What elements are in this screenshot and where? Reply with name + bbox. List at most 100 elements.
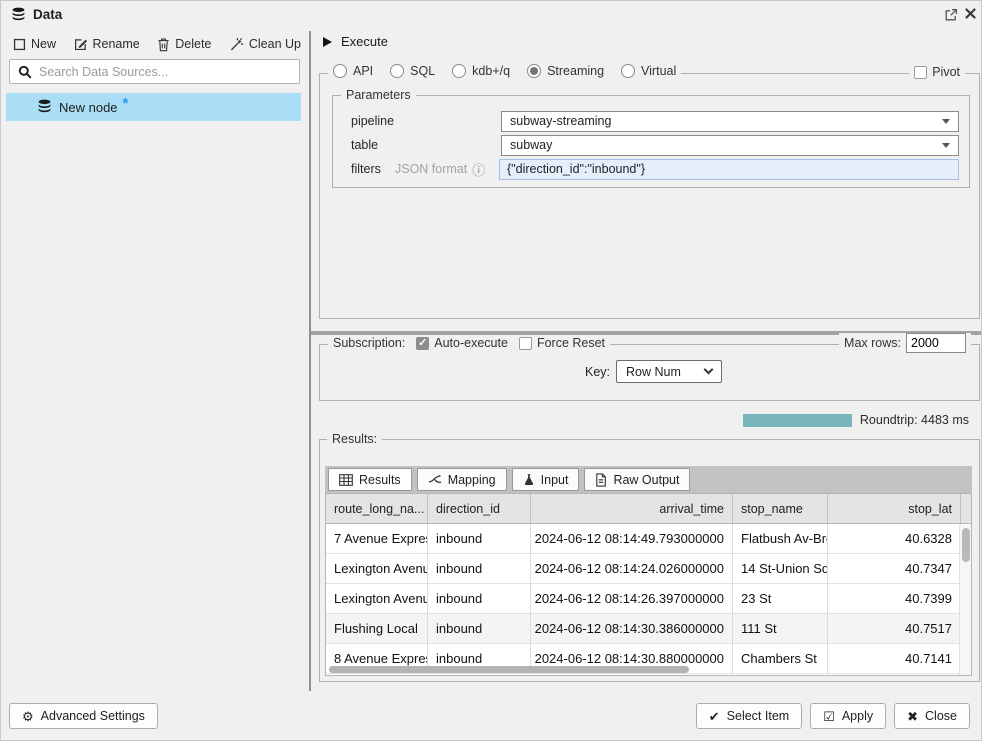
editor-panel: Execute API SQL kdb+/q Streaming Virtual Piv… [319,29,981,709]
pipeline-row: pipeline subway-streaming [333,109,969,133]
mode-radio-virtual[interactable]: Virtual [621,64,676,78]
dialog-title: Data [33,7,62,22]
datasource-list: New node* [6,93,301,121]
table-cell: 2024-06-12 08:14:24.026000000 [531,554,733,584]
popout-button[interactable] [944,8,958,22]
tab-label: Raw Output [613,473,679,487]
table-row[interactable]: Flushing Localinbound2024-06-12 08:14:30… [326,614,971,644]
results-tabs: Results Mapping Input Raw Output [325,466,972,493]
search-input[interactable] [39,65,293,79]
key-select[interactable]: Row Num [616,360,722,383]
table-icon [339,474,353,486]
table-cell: 40.7347 [828,554,961,584]
parameters-fieldset: Parameters pipeline subway-streaming tab… [332,95,970,188]
tab-label: Input [541,473,569,487]
table-cell: Lexington Avenu [326,554,428,584]
mode-radio-sql[interactable]: SQL [390,64,435,78]
key-label: Key: [585,365,610,379]
mode-label: SQL [410,64,435,78]
filters-hint: JSON format ⓘ [395,160,499,179]
mode-radio-group: API SQL kdb+/q Streaming Virtual [328,64,681,78]
key-value: Row Num [626,365,681,379]
horizontal-scrollbar-thumb[interactable] [329,666,689,673]
results-legend: Results: [327,432,382,446]
database-icon [11,7,26,23]
radio-icon [621,64,635,78]
table-cell: 2024-06-12 08:14:26.397000000 [531,584,733,614]
force-reset-checkbox[interactable]: Force Reset [519,336,605,350]
toolbar-new-button[interactable]: New [13,37,56,51]
column-header-stop-name[interactable]: stop_name [733,494,828,523]
toolbar-rename-label: Rename [93,37,140,51]
pipeline-select[interactable]: subway-streaming [501,111,959,132]
toolbar-clean-up-button[interactable]: Clean Up [229,37,301,52]
tab-label: Mapping [448,473,496,487]
table-row[interactable]: 7 Avenue Expresinbound2024-06-12 08:14:4… [326,524,971,554]
pipeline-label: pipeline [351,114,501,128]
mode-radio-streaming[interactable]: Streaming [527,64,604,78]
table-cell: inbound [428,524,531,554]
toolbar-delete-label: Delete [175,37,211,51]
mode-label: Streaming [547,64,604,78]
search-box [9,59,300,84]
execute-button[interactable]: Execute [323,34,388,49]
table-header-row: route_long_na...direction_idarrival_time… [326,494,971,524]
auto-execute-label: Auto-execute [434,336,508,350]
column-header-route-long-na[interactable]: route_long_na... [326,494,428,523]
panel-divider[interactable] [309,31,311,691]
filters-input[interactable] [499,159,959,180]
title-bar: Data [1,1,981,29]
column-header-direction-id[interactable]: direction_id [428,494,531,523]
table-row[interactable]: Lexington Avenuinbound2024-06-12 08:14:2… [326,584,971,614]
tab-results[interactable]: Results [328,468,412,491]
tab-label: Results [359,473,401,487]
auto-execute-checkbox[interactable]: Auto-execute [416,336,508,350]
close-button[interactable]: ✖ Close [894,703,970,729]
popout-icon [944,8,958,22]
apply-button[interactable]: ☑ Apply [810,703,886,729]
mode-label: API [353,64,373,78]
info-icon[interactable]: ⓘ [472,160,485,179]
tab-mapping[interactable]: Mapping [417,468,507,491]
table-cell: 2024-06-12 08:14:30.386000000 [531,614,733,644]
table-cell: 111 St [733,614,828,644]
mode-radio-kdb-q[interactable]: kdb+/q [452,64,510,78]
x-icon: ✖ [907,710,918,723]
table-cell: 23 St [733,584,828,614]
table-cell: inbound [428,614,531,644]
table-cell: 40.7399 [828,584,961,614]
vertical-scrollbar-thumb[interactable] [962,528,970,562]
table-select[interactable]: subway [501,135,959,156]
mode-radio-api[interactable]: API [333,64,373,78]
new-icon [13,38,26,51]
table-row-param: table subway [333,133,969,157]
table-value: subway [510,138,552,152]
tab-input[interactable]: Input [512,468,580,491]
select-item-button[interactable]: ✔ Select Item [696,703,802,729]
column-header-arrival-time[interactable]: arrival_time [531,494,733,523]
table-cell: 14 St-Union Sq [733,554,828,584]
pivot-checkbox-box [914,66,927,79]
datasource-node[interactable]: New node* [6,93,301,121]
results-fieldset: Results: ResultsMappingInputRaw Output r… [319,439,980,682]
datasource-toolbar: New Rename Delete Clean Up [13,34,301,54]
close-dialog-button[interactable] [964,7,977,20]
clean-up-icon [229,37,244,52]
toolbar-delete-button[interactable]: Delete [157,37,211,52]
advanced-settings-button[interactable]: ⚙ Advanced Settings [9,703,158,729]
document-icon [595,473,607,487]
tab-raw-output[interactable]: Raw Output [584,468,690,491]
max-rows-input[interactable] [906,333,966,353]
check-icon: ✔ [709,710,720,723]
pivot-label: Pivot [932,65,960,79]
column-header-stop-lat[interactable]: stop_lat [828,494,961,523]
play-icon [323,37,332,47]
table-cell: 2024-06-12 08:14:49.793000000 [531,524,733,554]
pivot-checkbox[interactable]: Pivot [909,65,965,79]
toolbar-rename-button[interactable]: Rename [74,37,140,51]
table-cell: 7 Avenue Expres [326,524,428,554]
table-row[interactable]: Lexington Avenuinbound2024-06-12 08:14:2… [326,554,971,584]
filters-row: filters JSON format ⓘ [333,157,969,181]
datasource-node-label: New node [59,100,118,115]
table-cell: inbound [428,584,531,614]
